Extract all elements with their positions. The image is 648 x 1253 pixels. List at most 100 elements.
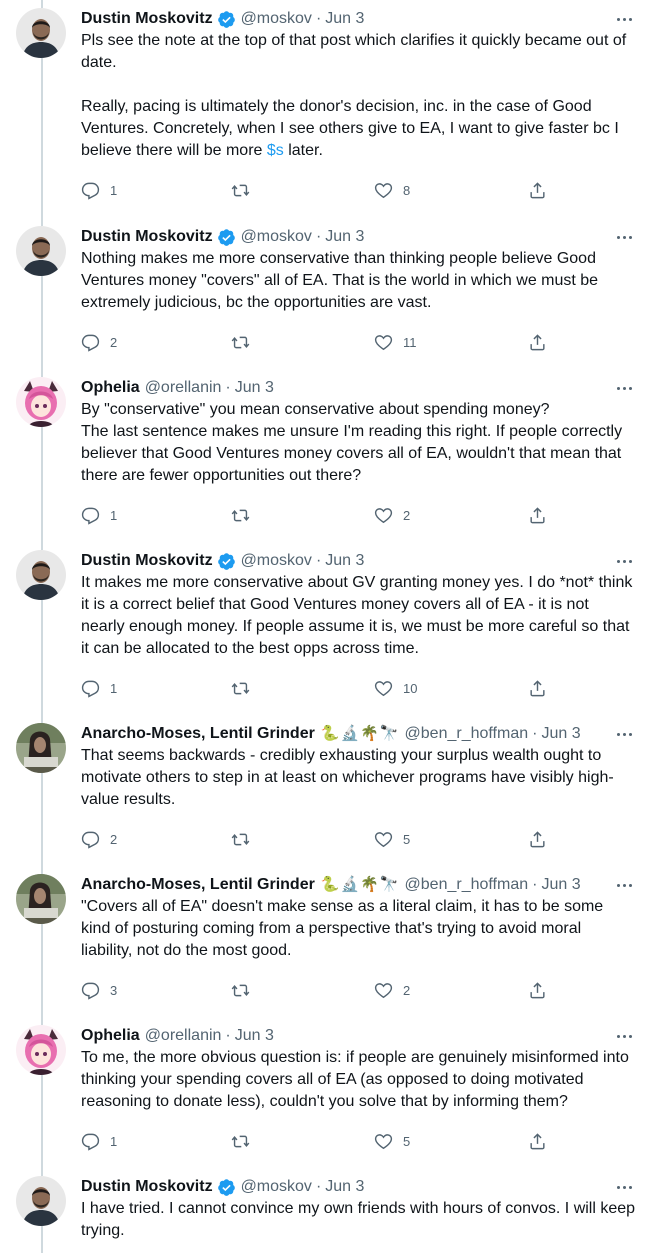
author-handle[interactable]: @ben_r_hoffman (405, 875, 529, 895)
like-button[interactable]: 10 (374, 676, 417, 700)
tweet-header: Anarcho-Moses, Lentil Grinder 🐍🔬🌴🔭 @ben_… (81, 723, 636, 745)
author-handle[interactable]: @moskov (241, 9, 312, 29)
more-icon[interactable] (612, 550, 636, 572)
avatar[interactable] (16, 377, 66, 427)
more-icon[interactable] (612, 1025, 636, 1047)
tweet-text: Nothing makes me more conservative than … (81, 250, 599, 311)
more-icon[interactable] (612, 723, 636, 745)
avatar[interactable] (16, 723, 66, 773)
author-name[interactable]: Ophelia (81, 378, 140, 398)
author-name[interactable]: Dustin Moskovitz (81, 9, 213, 29)
share-button[interactable] (528, 676, 547, 700)
separator: · (315, 10, 322, 27)
reply-button[interactable]: 1 (81, 178, 117, 202)
separator: · (225, 379, 231, 396)
reply-button[interactable]: 2 (81, 827, 117, 851)
more-icon[interactable] (612, 377, 636, 399)
reply-icon (81, 506, 100, 525)
like-button[interactable]: 5 (374, 1129, 410, 1153)
author-handle[interactable]: @moskov (241, 551, 312, 571)
tweet-header: Ophelia @orellanin · Jun 3 (81, 1025, 636, 1047)
more-icon[interactable] (612, 1176, 636, 1198)
reply-icon (81, 981, 100, 1000)
share-button[interactable] (528, 1129, 547, 1153)
like-button[interactable]: 2 (374, 978, 410, 1002)
verified-badge-icon (217, 552, 236, 571)
reply-icon (81, 1132, 100, 1151)
retweet-button[interactable] (231, 827, 260, 851)
heart-icon (374, 333, 393, 352)
author-name[interactable]: Anarcho-Moses, Lentil Grinder (81, 875, 315, 895)
avatar[interactable] (16, 1025, 66, 1075)
tweet-date[interactable]: Jun 3 (541, 875, 580, 895)
verified-badge-icon (217, 1178, 236, 1197)
reply-button[interactable]: 1 (81, 503, 117, 527)
tweet-date[interactable]: Jun 3 (541, 724, 580, 744)
more-icon[interactable] (612, 226, 636, 248)
reply-icon (81, 679, 100, 698)
reply-icon (81, 333, 100, 352)
share-button[interactable] (528, 827, 547, 851)
reply-button[interactable]: 1 (81, 1129, 117, 1153)
avatar[interactable] (16, 8, 66, 58)
author-handle[interactable]: @ben_r_hoffman (405, 724, 529, 744)
name-emojis: 🐍🔬🌴🔭 (320, 876, 400, 893)
author-handle[interactable]: @moskov (241, 227, 312, 247)
avatar[interactable] (16, 550, 66, 600)
more-icon[interactable] (612, 8, 636, 30)
retweet-button[interactable] (231, 503, 260, 527)
share-icon (528, 1132, 547, 1151)
share-button[interactable] (528, 503, 547, 527)
tweet-date[interactable]: Jun 3 (325, 9, 364, 29)
more-icon[interactable] (612, 874, 636, 896)
cashtag-link[interactable]: $s (267, 142, 284, 159)
tweet-date[interactable]: Jun 3 (325, 551, 364, 571)
author-handle[interactable]: @moskov (241, 1177, 312, 1197)
retweet-button[interactable] (231, 676, 260, 700)
tweet-header: Dustin Moskovitz @moskov · Jun 3 (81, 8, 636, 30)
retweet-button[interactable] (231, 978, 260, 1002)
name-emojis: 🐍🔬🌴🔭 (320, 725, 400, 742)
like-button[interactable]: 2 (374, 503, 410, 527)
retweet-button[interactable] (231, 178, 260, 202)
tweet-date[interactable]: Jun 3 (235, 378, 274, 398)
like-button[interactable]: 8 (374, 178, 410, 202)
retweet-icon (231, 333, 250, 352)
separator: · (225, 1027, 231, 1044)
tweet-actions: 3 2 (81, 978, 561, 1002)
tweet-actions: 1 2 (81, 503, 561, 527)
author-name[interactable]: Dustin Moskovitz (81, 1177, 213, 1197)
heart-icon (374, 830, 393, 849)
tweet-header: Ophelia @orellanin · Jun 3 (81, 377, 636, 399)
tweet-date[interactable]: Jun 3 (325, 1177, 364, 1197)
author-handle[interactable]: @orellanin (145, 1026, 222, 1046)
avatar[interactable] (16, 226, 66, 276)
separator: · (532, 725, 538, 742)
reply-button[interactable]: 1 (81, 676, 117, 700)
retweet-button[interactable] (231, 330, 260, 354)
share-button[interactable] (528, 330, 547, 354)
like-button[interactable]: 5 (374, 827, 410, 851)
avatar[interactable] (16, 1176, 66, 1226)
share-icon (528, 981, 547, 1000)
reply-button[interactable]: 3 (81, 978, 117, 1002)
share-button[interactable] (528, 178, 547, 202)
reply-button[interactable]: 2 (81, 330, 117, 354)
avatar[interactable] (16, 874, 66, 924)
separator: · (315, 1178, 322, 1195)
like-button[interactable]: 11 (374, 330, 417, 354)
retweet-icon (231, 506, 250, 525)
author-name[interactable]: Dustin Moskovitz (81, 227, 213, 247)
tweet-text: "Covers all of EA" doesn't make sense as… (81, 898, 604, 959)
author-name[interactable]: Ophelia (81, 1026, 140, 1046)
tweet-header: Dustin Moskovitz @moskov · Jun 3 (81, 226, 636, 248)
author-name[interactable]: Anarcho-Moses, Lentil Grinder (81, 724, 315, 744)
tweet-date[interactable]: Jun 3 (325, 227, 364, 247)
share-icon (528, 679, 547, 698)
share-button[interactable] (528, 978, 547, 1002)
author-name[interactable]: Dustin Moskovitz (81, 551, 213, 571)
retweet-button[interactable] (231, 1129, 260, 1153)
share-icon (528, 333, 547, 352)
author-handle[interactable]: @orellanin (145, 378, 222, 398)
tweet-date[interactable]: Jun 3 (235, 1026, 274, 1046)
